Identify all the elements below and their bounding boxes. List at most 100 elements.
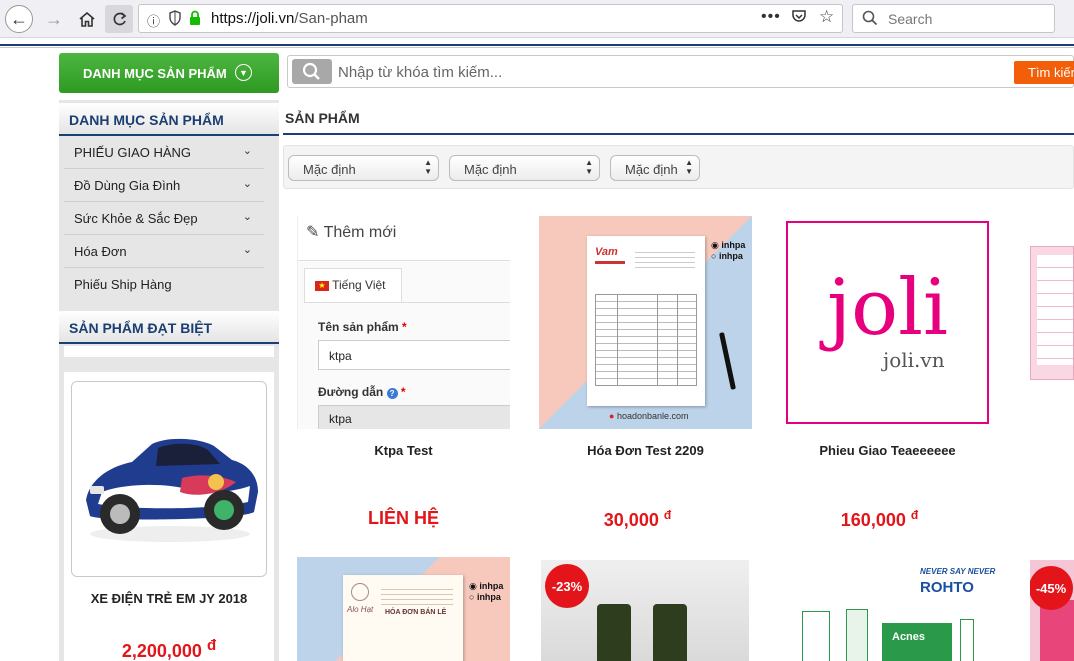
product-image-acnes[interactable]: NEVER SAY NEVER ROHTO Acnes <box>792 563 1000 661</box>
url-domain: https://joli.vn <box>211 10 295 27</box>
site-search-input[interactable] <box>338 61 1003 83</box>
url-path: /San-pham <box>294 10 368 27</box>
brand-text: inhpa <box>721 240 746 250</box>
category-item-label: Phiếu Ship Hàng <box>74 277 172 292</box>
category-item-phieu-giao-hang[interactable]: PHIẾU GIAO HÀNG ⌄ <box>64 136 264 169</box>
lock-icon[interactable] <box>189 10 201 26</box>
discount-badge: -23% <box>545 564 589 608</box>
category-list: PHIẾU GIAO HÀNG ⌄ Đồ Dùng Gia Đình ⌄ Sức K… <box>64 136 264 301</box>
home-icon <box>79 11 95 27</box>
category-menu-button[interactable]: DANH MỤC SẢN PHẨM ▼ <box>59 53 279 93</box>
sort-select-3[interactable]: Mặc định ▲ ▼ <box>610 155 700 181</box>
brand-badge: ◉ inhpa ○ inhpa <box>469 581 504 602</box>
invoice-table <box>595 294 697 386</box>
site-logo-icon: ● <box>609 411 615 421</box>
acnes-tube-small-image <box>960 619 974 661</box>
product-name[interactable]: Ktpa Test <box>297 443 510 458</box>
field-label: Tên sản phẩm * <box>318 320 407 334</box>
chevron-down-circle-icon: ▼ <box>235 64 252 81</box>
edit-icon: ✎ <box>306 224 320 241</box>
price-value: LIÊN HỆ <box>367 508 439 528</box>
oil-bottle-image <box>653 604 687 661</box>
select-arrows-icon: ▲ ▼ <box>585 158 593 176</box>
shield-icon[interactable] <box>169 10 181 26</box>
section-title: SẢN PHẨM <box>285 110 360 126</box>
url-bar[interactable]: ⓘ https://joli.vn/San-pham ••• ☆ <box>138 4 843 33</box>
site-watermark: ● hoadonbanle.com <box>609 411 689 421</box>
chevron-down-icon[interactable]: ⌄ <box>243 243 252 256</box>
page-actions-icon[interactable]: ••• <box>761 8 781 26</box>
special-products-title: SẢN PHẨM ĐẠT BIỆT <box>59 311 279 344</box>
search-icon <box>862 10 878 26</box>
special-product-name[interactable]: XE ĐIỆN TRẺ EM JY 2018 <box>64 591 274 606</box>
category-item-suc-khoe-sac-dep[interactable]: Sức Khỏe & Sắc Đẹp ⌄ <box>64 202 264 235</box>
category-item-hoa-don[interactable]: Hóa Đơn ⌄ <box>64 235 264 268</box>
joli-logo-domain: joli.vn <box>883 348 945 372</box>
arrow-right-icon: → <box>45 8 63 29</box>
invoice-column-line <box>617 294 618 386</box>
brand-badge: ◉ inhpa ○ inhpa <box>711 240 746 261</box>
search-icon-button[interactable] <box>292 59 332 84</box>
search-submit-button[interactable]: Tìm kiếm <box>1014 61 1074 84</box>
category-item-label: PHIẾU GIAO HÀNG <box>74 145 192 160</box>
form-divider <box>298 260 510 261</box>
category-menu-label: DANH MỤC SẢN PHẨM <box>83 65 227 81</box>
reload-button[interactable] <box>105 5 133 33</box>
language-tab: ★ Tiếng Việt <box>304 268 402 302</box>
price-value: 30,000 <box>603 510 659 530</box>
url-text[interactable]: https://joli.vn/San-pham <box>211 10 368 27</box>
rohto-tagline: NEVER SAY NEVER <box>920 567 996 576</box>
special-product-image[interactable] <box>71 381 267 577</box>
product-image-partial-cosmetic[interactable]: -45% <box>1030 560 1074 661</box>
category-item-label: Đồ Dùng Gia Đình <box>74 178 181 193</box>
invoice-column-line <box>677 294 678 386</box>
acnes-tube-image <box>802 611 830 661</box>
rohto-logo: ROHTO <box>920 579 974 596</box>
product-name[interactable]: Phieu Giao Teaeeeeee <box>781 443 994 458</box>
special-product-price: 2,200,000 đ <box>64 637 274 661</box>
sort-select-1[interactable]: Mặc định ▲ ▼ <box>288 155 439 181</box>
select-arrows-icon: ▲ ▼ <box>424 158 432 176</box>
field-label-text: Đường dẫn <box>318 385 384 399</box>
product-name[interactable]: Hóa Đơn Test 2209 <box>539 443 752 458</box>
product-image-hoa-don[interactable]: Vam ◉ inhpa ○ inhpa ● hoadonbanle.com <box>539 216 752 429</box>
bookmark-star-icon[interactable]: ☆ <box>819 7 834 27</box>
category-item-phieu-ship-hang[interactable]: Phiếu Ship Hàng <box>64 268 264 301</box>
product-image-alo-hat[interactable]: Alo Hạt HÓA ĐƠN BÁN LẺ ◉ inhpa ○ inhpa <box>297 557 510 661</box>
forward-button[interactable]: → <box>40 5 68 33</box>
category-item-do-dung-gia-dinh[interactable]: Đồ Dùng Gia Đình ⌄ <box>64 169 264 202</box>
browser-search-bar[interactable]: Search <box>852 4 1055 33</box>
search-icon <box>302 62 320 80</box>
site-text: hoadonbanle.com <box>616 411 689 421</box>
category-item-label: Hóa Đơn <box>74 244 127 259</box>
info-icon[interactable]: ⓘ <box>147 11 160 30</box>
tab-divider <box>304 302 510 303</box>
currency-symbol: đ <box>206 637 217 654</box>
product-image-essential-oil[interactable]: -23% <box>541 560 749 661</box>
product-image-ktpa[interactable]: ✎ Thêm mới ★ Tiếng Việt Tên sản phẩm * k… <box>297 216 510 429</box>
chevron-down-icon[interactable]: ⌄ <box>243 210 252 223</box>
special-products-strip <box>64 346 274 357</box>
home-button[interactable] <box>73 5 101 33</box>
currency-symbol: đ <box>663 508 672 522</box>
product-price: LIÊN HỆ <box>297 508 510 529</box>
browser-search-placeholder: Search <box>888 11 933 27</box>
oil-bottle-image <box>597 604 631 661</box>
sort-select-2[interactable]: Mặc định ▲ ▼ <box>449 155 600 181</box>
vietnam-flag-icon: ★ <box>315 280 329 291</box>
receipt-paper: Alo Hạt HÓA ĐƠN BÁN LẺ <box>343 575 463 661</box>
product-image-partial[interactable] <box>1030 246 1074 380</box>
header-divider <box>0 44 1074 46</box>
special-product-card[interactable]: XE ĐIỆN TRẺ EM JY 2018 2,200,000 đ <box>64 372 274 661</box>
chevron-down-icon[interactable]: ⌄ <box>243 144 252 157</box>
brand-text: inhpa <box>476 592 501 602</box>
back-button[interactable]: ← <box>5 5 33 33</box>
chevron-down-icon[interactable]: ⌄ <box>243 177 252 190</box>
product-price: 160,000 đ <box>773 508 986 531</box>
invoice-column-line <box>657 294 658 386</box>
pocket-icon[interactable] <box>791 9 807 24</box>
section-divider <box>283 133 1074 135</box>
brand-text: inhpa <box>479 581 504 591</box>
product-image-phieu-giao[interactable]: joli joli.vn <box>781 216 994 429</box>
partial-form-lines <box>1037 255 1073 365</box>
